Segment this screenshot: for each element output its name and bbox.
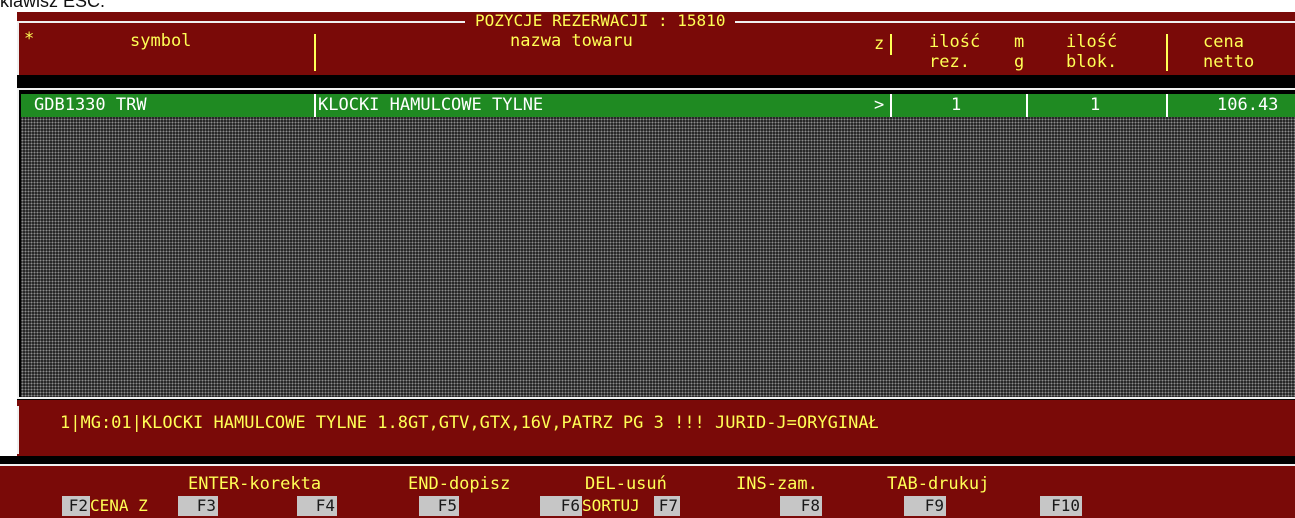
f2-label[interactable]: CENA Z — [90, 496, 148, 516]
cell-name: KLOCKI HAMULCOWE TYLNE — [318, 95, 544, 115]
col-price-header-1[interactable]: cena — [1203, 32, 1244, 53]
header-separator — [890, 34, 892, 55]
col-name-header[interactable]: nazwa towaru — [510, 31, 633, 52]
f4-key[interactable]: F4 — [297, 496, 337, 516]
col-mg-header-2: g — [1014, 52, 1025, 72]
f9-key[interactable]: F9 — [904, 496, 946, 516]
header-left-border — [17, 21, 19, 75]
hint-enter[interactable]: ENTER-korekta — [188, 474, 321, 494]
col-qty-blk-header-1[interactable]: ilość — [1066, 32, 1117, 53]
f5-key[interactable]: F5 — [419, 496, 459, 516]
header-separator — [1166, 34, 1168, 71]
cell-price: 106.43 — [1217, 95, 1279, 115]
header-bottom-band — [17, 75, 1295, 82]
f7-key[interactable]: F7 — [654, 496, 680, 516]
cell-qty-blk: 1 — [1090, 95, 1101, 115]
cell-qty-res: 1 — [951, 95, 962, 115]
header-separator — [314, 34, 316, 71]
col-qty-blk-header-2: blok. — [1066, 52, 1118, 72]
cell-symbol: GDB1330 TRW — [34, 95, 147, 115]
info-left-border — [17, 406, 19, 454]
status-gap — [0, 456, 1295, 464]
f8-key[interactable]: F8 — [780, 496, 822, 516]
row-separator — [890, 94, 892, 117]
row-separator — [1166, 94, 1168, 117]
item-info-bar: 1|MG:01|KLOCKI HAMULCOWE TYLNE 1.8GT,GTV… — [17, 400, 1295, 456]
hint-del[interactable]: DEL-usuń — [585, 474, 667, 494]
table-row-selected[interactable]: GDB1330 TRW KLOCKI HAMULCOWE TYLNE > 1 1… — [21, 94, 1295, 117]
caption-text: klawisz ESC. — [0, 0, 106, 11]
item-info-text: 1|MG:01|KLOCKI HAMULCOWE TYLNE 1.8GT,GTV… — [60, 413, 879, 433]
col-qty-res-header-2: rez. — [929, 52, 970, 72]
row-separator — [314, 94, 316, 117]
col-price-header-2: netto — [1203, 52, 1255, 72]
list-empty-area — [21, 94, 1295, 397]
column-header: POZYCJE REZERWACJI : 15810 * symbol nazw… — [17, 12, 1295, 75]
function-key-bar: ENTER-korekta END-dopisz DEL-usuń INS-za… — [0, 466, 1295, 518]
col-star-header: * — [24, 29, 35, 49]
f6-label[interactable]: SORTUJ — [582, 496, 640, 516]
hint-end[interactable]: END-dopisz — [408, 474, 510, 494]
cell-z: > — [874, 95, 885, 115]
col-z-header[interactable]: z — [874, 34, 884, 55]
col-mg-header-1[interactable]: m — [1014, 32, 1024, 53]
reservation-list: GDB1330 TRW KLOCKI HAMULCOWE TYLNE > 1 1… — [17, 82, 1295, 400]
hint-tab[interactable]: TAB-drukuj — [887, 474, 989, 494]
col-symbol-header[interactable]: symbol — [130, 31, 191, 52]
row-separator — [1026, 94, 1028, 117]
col-qty-res-header-1[interactable]: ilość — [929, 32, 980, 53]
f10-key[interactable]: F10 — [1040, 496, 1082, 516]
f6-key[interactable]: F6 — [540, 496, 582, 516]
f3-key[interactable]: F3 — [178, 496, 218, 516]
window-title: POZYCJE REZERWACJI : 15810 — [465, 12, 736, 30]
hint-ins[interactable]: INS-zam. — [736, 474, 818, 494]
f2-key[interactable]: F2 — [62, 496, 90, 516]
